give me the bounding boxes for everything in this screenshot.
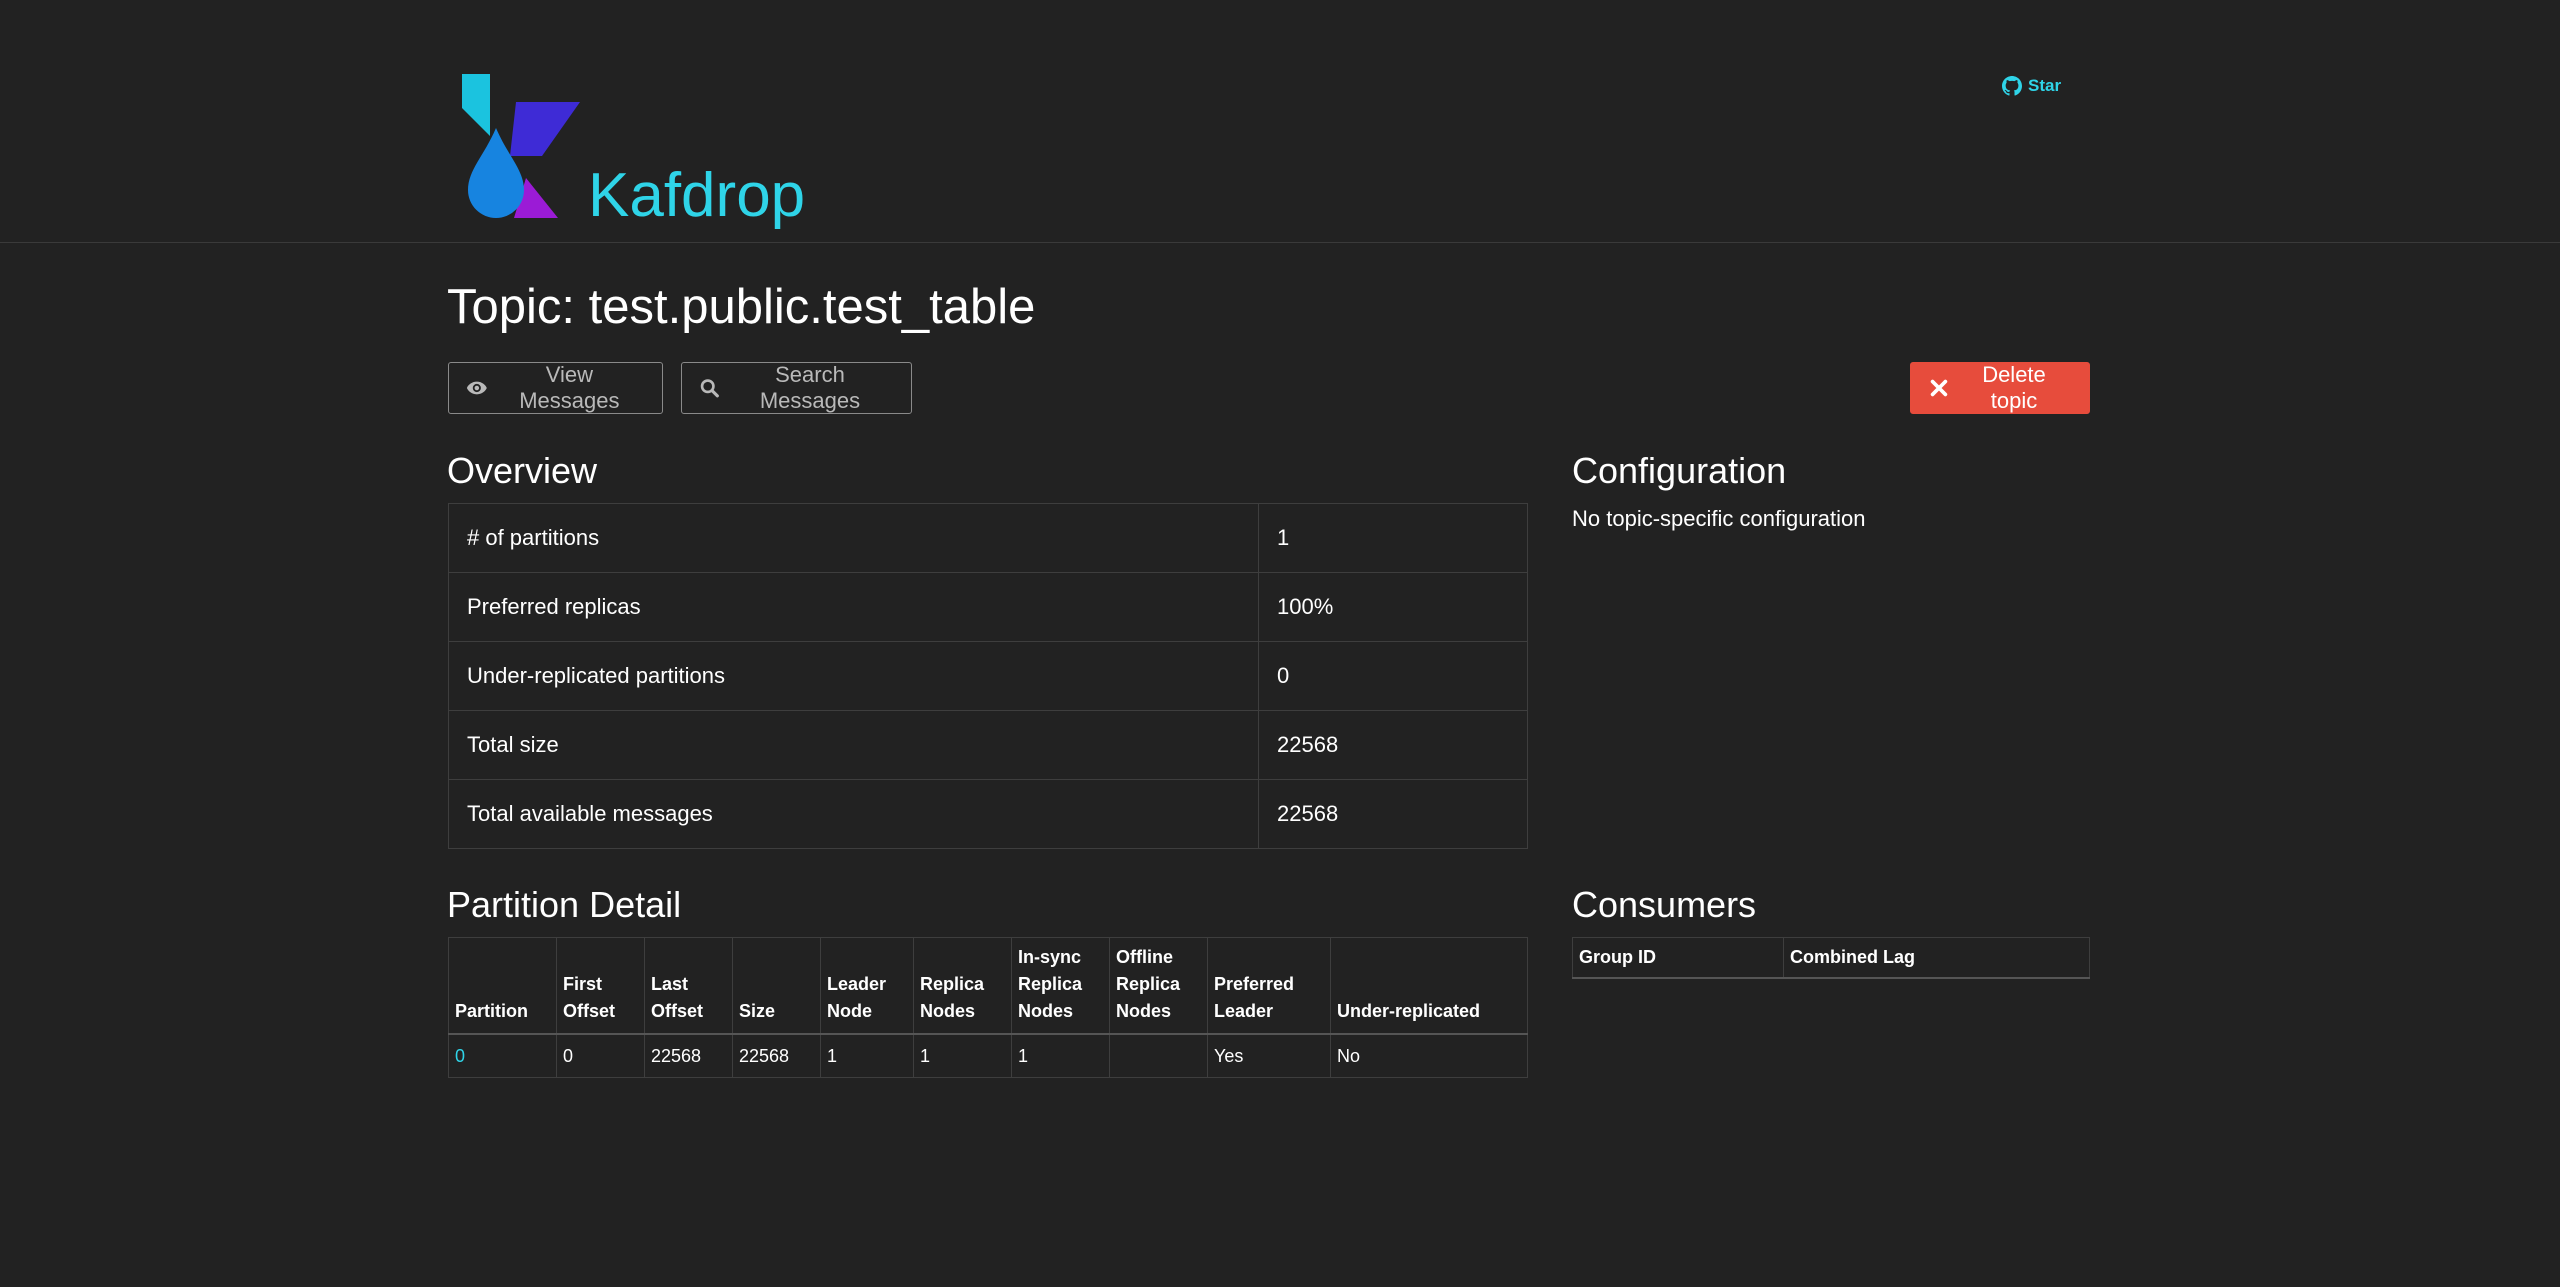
column-header: Under-replicated xyxy=(1330,937,1528,1035)
table-cell: Yes xyxy=(1207,1033,1331,1078)
partition-detail-heading: Partition Detail xyxy=(447,884,682,925)
view-messages-label: View Messages xyxy=(519,362,620,413)
table-header-row: Group ID Combined Lag xyxy=(1572,937,2090,979)
page-title: Topic: test.public.test_table xyxy=(447,280,1036,334)
consumers-heading: Consumers xyxy=(1572,884,1757,925)
table-cell: 1 xyxy=(913,1033,1012,1078)
delete-topic-button[interactable]: Delete topic xyxy=(1910,362,2090,414)
column-header: Partition xyxy=(448,937,557,1035)
column-header: Offline Replica Nodes xyxy=(1109,937,1208,1035)
column-header: Replica Nodes xyxy=(913,937,1012,1035)
table-cell: 1 xyxy=(820,1033,914,1078)
column-header: Last Offset xyxy=(644,937,733,1035)
table-cell: 22568 xyxy=(732,1033,821,1078)
column-header: Combined Lag xyxy=(1783,937,2090,979)
configuration-heading: Configuration xyxy=(1572,450,1787,491)
table-cell: 22568 xyxy=(644,1033,733,1078)
overview-value: 22568 xyxy=(1258,710,1528,780)
column-header: In-sync Replica Nodes xyxy=(1011,937,1110,1035)
overview-value: 22568 xyxy=(1258,779,1528,849)
consumers-table: Group ID Combined Lag xyxy=(1572,937,2090,979)
github-icon xyxy=(2002,76,2022,96)
view-messages-button[interactable]: View Messages xyxy=(448,362,663,414)
table-row: Preferred replicas 100% xyxy=(448,572,1528,642)
page-header: Kafdrop Star xyxy=(0,0,2560,243)
table-cell: No xyxy=(1330,1033,1528,1078)
github-star-label: Star xyxy=(2028,76,2062,95)
brand-title[interactable]: Kafdrop xyxy=(588,156,805,236)
overview-value: 100% xyxy=(1258,572,1528,642)
table-header-row: Partition First Offset Last Offset Size … xyxy=(448,937,1528,1035)
overview-value: 0 xyxy=(1258,641,1528,711)
overview-label: Total available messages xyxy=(448,779,1259,849)
partition-table: Partition First Offset Last Offset Size … xyxy=(448,937,1528,1078)
overview-heading: Overview xyxy=(447,450,598,491)
overview-table: # of partitions 1 Preferred replicas 100… xyxy=(448,503,1528,849)
overview-label: Under-replicated partitions xyxy=(448,641,1259,711)
search-messages-label: Search Messages xyxy=(759,362,861,413)
close-icon xyxy=(1930,379,1948,397)
table-row: Under-replicated partitions 0 xyxy=(448,641,1528,711)
table-row: 0 0 22568 22568 1 1 1 Yes No xyxy=(448,1033,1528,1078)
table-cell: 1 xyxy=(1011,1033,1110,1078)
column-header: Group ID xyxy=(1572,937,1784,979)
overview-value: 1 xyxy=(1258,503,1528,573)
column-header: Preferred Leader xyxy=(1207,937,1331,1035)
eye-icon xyxy=(466,381,487,395)
column-header: First Offset xyxy=(556,937,645,1035)
overview-label: Total size xyxy=(448,710,1259,780)
search-icon xyxy=(700,379,719,398)
partition-link[interactable]: 0 xyxy=(455,1046,465,1066)
kafdrop-logo xyxy=(462,74,580,218)
table-cell: 0 xyxy=(556,1033,645,1078)
github-star-button[interactable]: Star xyxy=(2002,76,2061,96)
delete-topic-label: Delete topic xyxy=(1982,362,2046,413)
column-header: Leader Node xyxy=(820,937,914,1035)
table-row: Total available messages 22568 xyxy=(448,779,1528,849)
configuration-text: No topic-specific configuration xyxy=(1572,506,1866,531)
table-row: Total size 22568 xyxy=(448,710,1528,780)
search-messages-button[interactable]: Search Messages xyxy=(681,362,912,414)
overview-label: # of partitions xyxy=(448,503,1259,573)
table-row: # of partitions 1 xyxy=(448,503,1528,573)
column-header: Size xyxy=(732,937,821,1035)
overview-label: Preferred replicas xyxy=(448,572,1259,642)
table-cell xyxy=(1109,1033,1208,1078)
